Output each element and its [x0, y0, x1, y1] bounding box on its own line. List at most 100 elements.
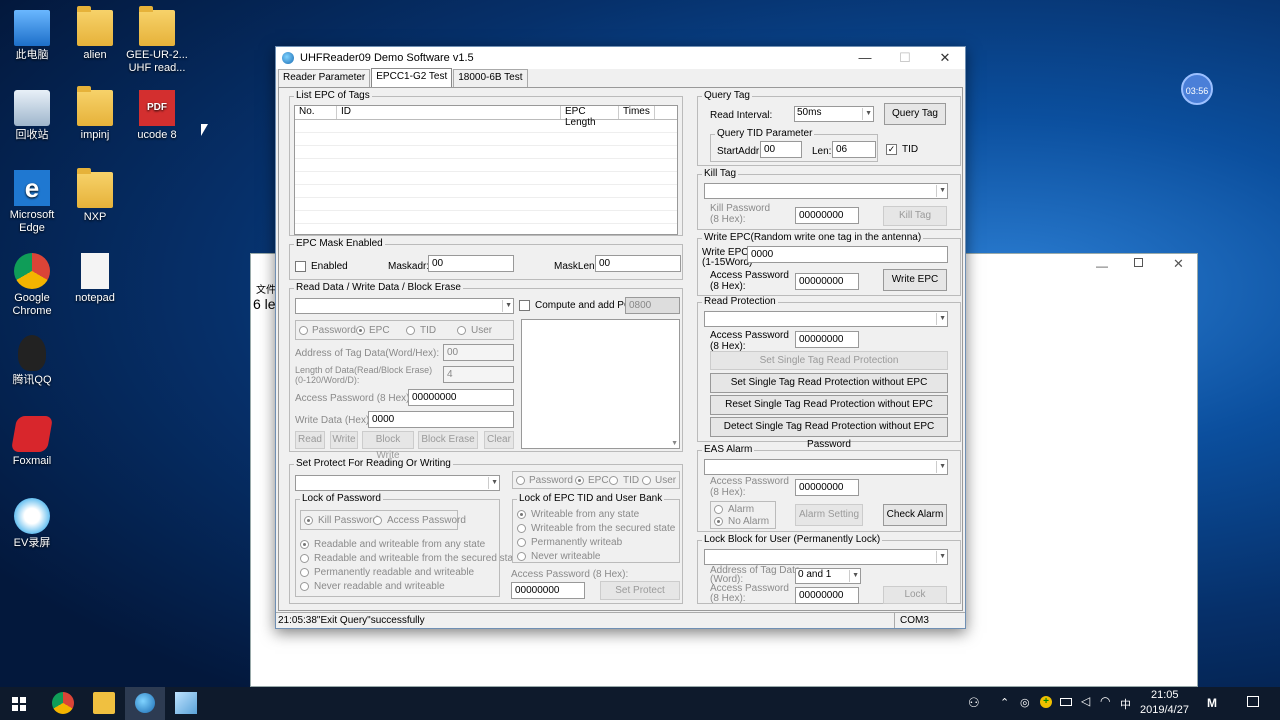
- scroll-down-icon[interactable]: ▼: [671, 440, 678, 447]
- protect-tid-radio[interactable]: [609, 476, 618, 485]
- clock-bubble[interactable]: 03:56: [1181, 73, 1213, 105]
- check-alarm-button[interactable]: Check Alarm: [883, 504, 947, 526]
- active-app-highlight[interactable]: [125, 687, 165, 720]
- read-interval-select[interactable]: 50ms: [794, 106, 874, 122]
- tid-checkbox[interactable]: ✓: [886, 144, 897, 155]
- close-button[interactable]: ✕: [925, 47, 965, 69]
- block-write-button[interactable]: Block Write: [362, 431, 414, 461]
- lock-button[interactable]: Lock: [883, 586, 947, 604]
- desktop-icon-nxp[interactable]: NXP: [63, 168, 127, 224]
- protect-user-radio[interactable]: [642, 476, 651, 485]
- start-windows-icon[interactable]: [12, 697, 26, 711]
- rw-len-input[interactable]: 4: [443, 366, 514, 383]
- alarm-radio[interactable]: [714, 505, 723, 514]
- chrome-taskbar-icon[interactable]: [52, 692, 74, 714]
- mi-logo-icon[interactable]: M: [1207, 696, 1217, 710]
- tray-app-icon[interactable]: ◎: [1020, 696, 1030, 709]
- rw-addr-input[interactable]: 00: [443, 344, 514, 361]
- bank-user-radio[interactable]: [457, 326, 466, 335]
- col-no[interactable]: No.: [295, 106, 337, 119]
- desktop-icon-foxmail[interactable]: Foxmail: [0, 416, 64, 468]
- eas-pwd-input[interactable]: 00000000: [795, 479, 859, 496]
- rw-wdata-input[interactable]: 0000: [368, 411, 514, 428]
- detect-read-protection-button[interactable]: Detect Single Tag Read Protection withou…: [710, 417, 948, 450]
- block-erase-button[interactable]: Block Erase: [418, 431, 478, 449]
- opt2-writeable-any-radio[interactable]: [517, 510, 526, 519]
- access-password-radio[interactable]: [373, 516, 382, 525]
- desktop-icon-alien[interactable]: alien: [63, 6, 127, 62]
- desktop-icon-qq[interactable]: 腾讯QQ: [0, 335, 64, 387]
- wepc-pwd-input[interactable]: 00000000: [795, 273, 859, 290]
- maskadr-input[interactable]: 00: [428, 255, 514, 272]
- lock-block-select[interactable]: [704, 549, 948, 565]
- file-explorer-icon[interactable]: [93, 692, 115, 714]
- alarm-setting-button[interactable]: Alarm Setting: [795, 504, 863, 526]
- bank-epc-radio[interactable]: [356, 326, 365, 335]
- tab-18000-6b[interactable]: 18000-6B Test: [453, 69, 528, 87]
- tid-len-input[interactable]: 06: [832, 141, 876, 158]
- opt2-perm-writeable-radio[interactable]: [517, 538, 526, 547]
- tab-reader-parameter[interactable]: Reader Parameter: [278, 69, 371, 87]
- desktop-icon-this-pc[interactable]: 此电脑: [0, 10, 64, 62]
- write-epc-input[interactable]: 0000: [747, 246, 948, 263]
- kill-tag-select[interactable]: [704, 183, 948, 199]
- col-id[interactable]: ID: [337, 106, 561, 119]
- epc-table[interactable]: No. ID EPC Length Times: [294, 105, 678, 235]
- clock-date[interactable]: 2019/4/27: [1140, 704, 1189, 716]
- read-protection-select[interactable]: [704, 311, 948, 327]
- bank-tid-radio[interactable]: [406, 326, 415, 335]
- protect-password-radio[interactable]: [516, 476, 525, 485]
- query-tag-button[interactable]: Query Tag: [884, 103, 946, 125]
- desktop-icon-ev[interactable]: EV录屏: [0, 498, 64, 550]
- eas-select[interactable]: [704, 459, 948, 475]
- lock-pwd-input[interactable]: 00000000: [795, 587, 859, 604]
- bg-maximize-icon[interactable]: [1134, 258, 1143, 267]
- minimize-button[interactable]: —: [845, 47, 885, 69]
- desktop-icon-gee[interactable]: GEE-UR-2... UHF read...: [125, 6, 189, 75]
- tray-plus-icon[interactable]: +: [1040, 696, 1052, 708]
- clear-button[interactable]: Clear: [484, 431, 514, 449]
- opt-readable-any-radio[interactable]: [300, 540, 309, 549]
- opt-never-readable-radio[interactable]: [300, 582, 309, 591]
- set-single-read-protection-button[interactable]: Set Single Tag Read Protection: [710, 351, 948, 370]
- maximize-button[interactable]: ☐: [885, 47, 925, 69]
- kill-tag-button[interactable]: Kill Tag: [883, 206, 947, 226]
- volume-icon[interactable]: ◁: [1081, 694, 1090, 708]
- start-addr-input[interactable]: 00: [760, 141, 802, 158]
- reset-read-protection-no-epc-button[interactable]: Reset Single Tag Read Protection without…: [710, 395, 948, 415]
- ime-indicator[interactable]: 中: [1120, 696, 1131, 712]
- desktop-icon-chrome[interactable]: Google Chrome: [0, 253, 64, 318]
- protect-epc-radio[interactable]: [575, 476, 584, 485]
- write-button[interactable]: Write: [330, 431, 358, 449]
- compute-pc-checkbox[interactable]: [519, 300, 530, 311]
- battery-icon[interactable]: [1060, 698, 1072, 706]
- masklen-input[interactable]: 00: [595, 255, 681, 272]
- people-icon[interactable]: ⚇: [968, 695, 980, 711]
- notepad-taskbar-icon[interactable]: [175, 692, 197, 714]
- mask-enabled-checkbox[interactable]: [295, 261, 306, 272]
- col-times[interactable]: Times: [619, 106, 655, 119]
- rw-tag-select[interactable]: [295, 298, 514, 314]
- rw-pwd-input[interactable]: 00000000: [408, 389, 514, 406]
- desktop-icon-notepad[interactable]: notepad: [63, 253, 127, 305]
- pc-input[interactable]: 0800: [625, 297, 680, 314]
- opt-readable-secured-radio[interactable]: [300, 554, 309, 563]
- desktop-icon-impinj[interactable]: impinj: [63, 86, 127, 142]
- kill-password-radio[interactable]: [304, 516, 313, 525]
- bg-close-icon[interactable]: ✕: [1173, 256, 1184, 272]
- chevron-up-icon[interactable]: ⌃: [1000, 696, 1009, 709]
- protect-tag-select[interactable]: [295, 475, 500, 491]
- write-epc-button[interactable]: Write EPC: [883, 269, 947, 291]
- protect-pwd-input[interactable]: 00000000: [511, 582, 585, 599]
- desktop-icon-edge[interactable]: e Microsoft Edge: [0, 170, 64, 235]
- network-icon[interactable]: ◠: [1100, 694, 1110, 708]
- no-alarm-radio[interactable]: [714, 517, 723, 526]
- opt2-never-writeable-radio[interactable]: [517, 552, 526, 561]
- bg-minimize-icon[interactable]: —: [1096, 259, 1108, 273]
- clock-time[interactable]: 21:05: [1151, 689, 1179, 701]
- rp-pwd-input[interactable]: 00000000: [795, 331, 859, 348]
- kill-pwd-input[interactable]: 00000000: [795, 207, 859, 224]
- col-epc-length[interactable]: EPC Length: [561, 106, 619, 128]
- set-protect-button[interactable]: Set Protect: [600, 581, 680, 600]
- set-read-protection-no-epc-button[interactable]: Set Single Tag Read Protection without E…: [710, 373, 948, 393]
